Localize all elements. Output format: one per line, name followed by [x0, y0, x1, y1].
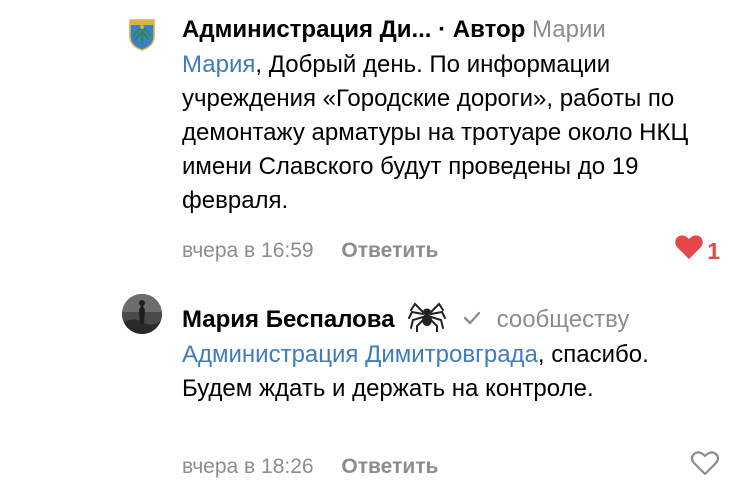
comment-header: Мария Беспалова сообществу — [182, 298, 720, 343]
reply-button[interactable]: Ответить — [341, 239, 438, 262]
coat-of-arms-icon[interactable] — [122, 14, 162, 54]
like-button[interactable]: 1 — [674, 234, 720, 269]
heart-filled-icon — [674, 234, 704, 269]
author-name[interactable]: Мария Беспалова — [182, 306, 395, 333]
like-button[interactable] — [690, 450, 720, 485]
avatar[interactable] — [122, 294, 162, 334]
mention-link[interactable]: Администрация Димитровграда — [182, 341, 538, 368]
comment-text: Администрация Димитровграда, спасибо. Бу… — [182, 338, 722, 406]
reply-to-prefix[interactable]: сообществу — [497, 306, 630, 333]
reply-button[interactable]: Ответить — [341, 455, 438, 478]
spider-icon — [407, 298, 447, 343]
author-name[interactable]: Администрация Ди... — [182, 16, 431, 43]
comment-footer: вчера в 18:26 Ответить — [182, 450, 720, 485]
comment-text: Мария, Добрый день. По информации учрежд… — [182, 48, 722, 218]
comment-header: Администрация Ди... · Автор Марии — [182, 12, 720, 48]
comment-footer: вчера в 16:59 Ответить 1 — [182, 234, 720, 269]
comment-item: Мария Беспалова сообществу Администрация… — [0, 280, 750, 502]
comment-body: , Добрый день. По информации учреждения … — [182, 51, 689, 214]
reply-to-prefix[interactable]: Марии — [532, 16, 606, 43]
comment-time[interactable]: вчера в 16:59 — [182, 239, 314, 262]
mention-link[interactable]: Мария — [182, 51, 255, 78]
checkmark-icon — [462, 303, 482, 339]
heart-outline-icon — [690, 450, 720, 485]
author-badge: · Автор — [438, 16, 526, 43]
comment-item: Администрация Ди... · Автор Марии Мария,… — [0, 0, 750, 280]
like-count: 1 — [707, 238, 720, 264]
comment-time[interactable]: вчера в 18:26 — [182, 455, 314, 478]
